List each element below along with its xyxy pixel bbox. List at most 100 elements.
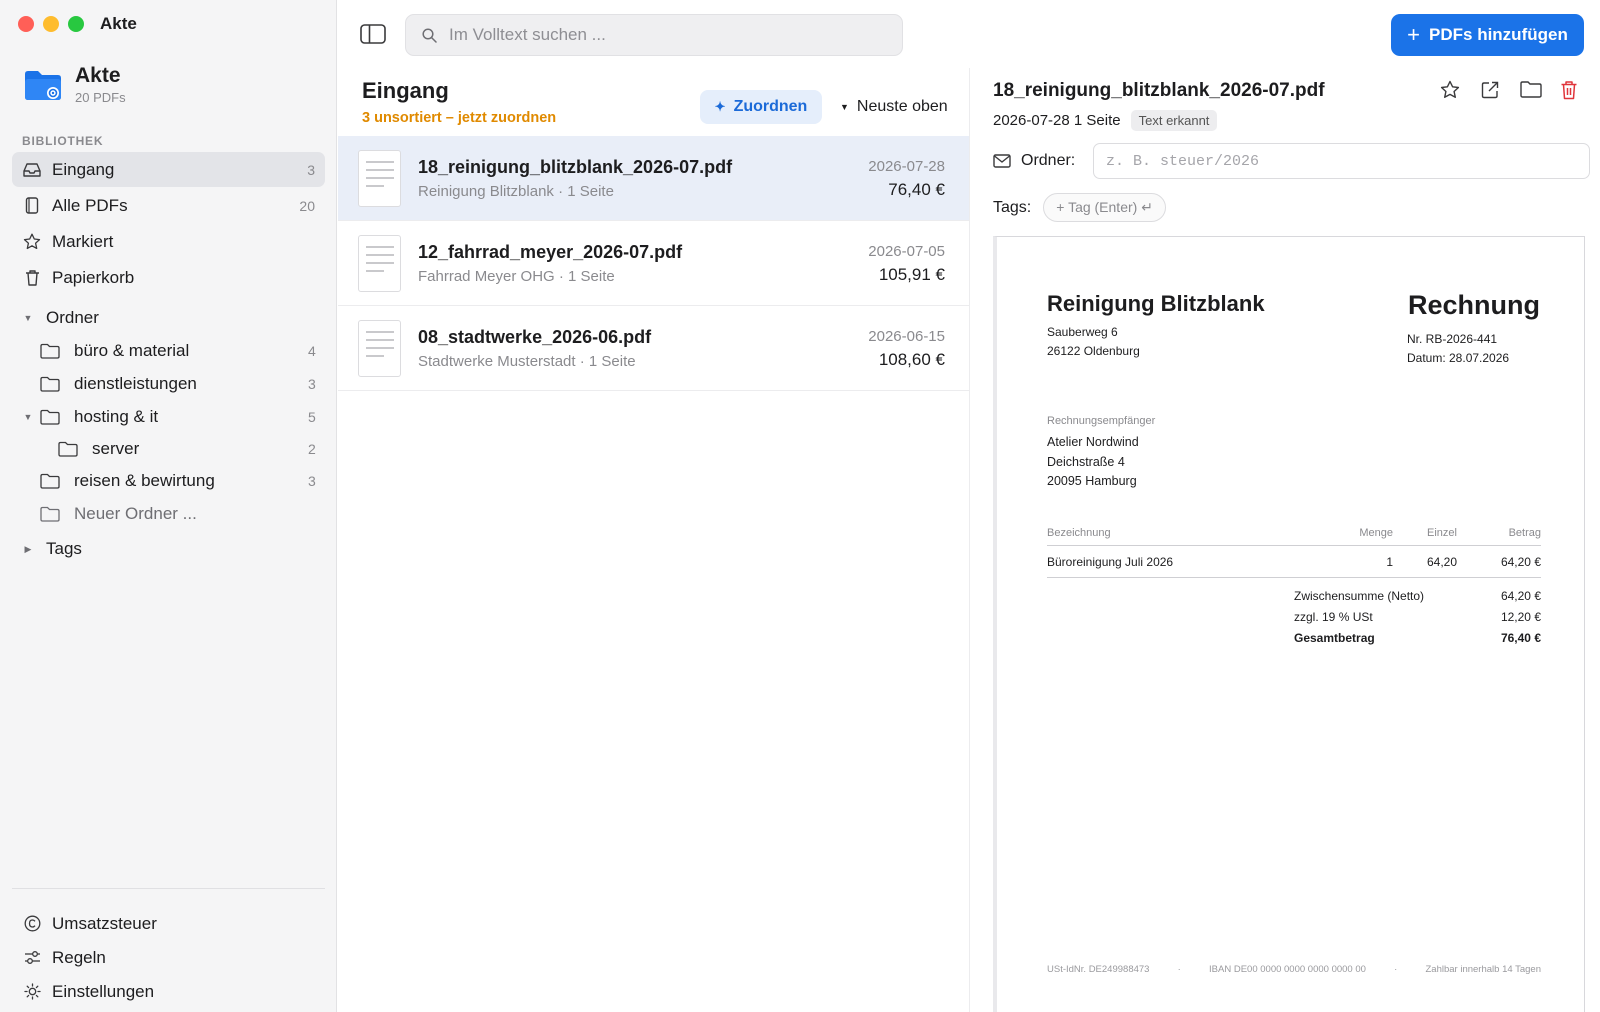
folder-icon xyxy=(40,409,66,425)
folder-icon xyxy=(40,473,66,489)
copyright-icon xyxy=(12,915,52,932)
sidebar-item-umsatzsteuer[interactable]: Umsatzsteuer xyxy=(12,906,325,941)
file-amount: 108,60 € xyxy=(878,350,945,369)
add-pdfs-button[interactable]: + PDFs hinzufügen xyxy=(1391,14,1584,56)
add-tag-button[interactable]: + Tag (Enter) ↵ xyxy=(1043,193,1166,222)
table-row: Büroreinigung Juli 2026 1 64,20 64,20 € xyxy=(1047,545,1541,578)
folder-app-icon xyxy=(25,70,61,100)
open-external-button[interactable] xyxy=(1480,80,1502,102)
sidebar-tags-toggle[interactable]: ▶ Tags xyxy=(22,534,82,564)
mail-icon xyxy=(993,154,1011,168)
sidebar-ordner-toggle[interactable]: ▼ Ordner xyxy=(22,303,99,333)
new-folder-label: Neuer Ordner ... xyxy=(74,504,197,523)
total-label: Gesamtbetrag xyxy=(1294,631,1375,645)
sidebar-item-label: Einstellungen xyxy=(52,981,155,1001)
list-item[interactable]: 12_fahrrad_meyer_2026-07.pdf Fahrrad Mey… xyxy=(338,221,969,306)
tags-field-label: Tags: xyxy=(993,198,1032,216)
sidebar-folder-dienstleistungen[interactable]: dienstleistungen 3 xyxy=(40,369,316,399)
sliders-icon xyxy=(12,950,52,965)
sidebar-folder-reisen-bewirtung[interactable]: reisen & bewirtung 3 xyxy=(40,466,316,496)
invoice-date: Datum: 28.07.2026 xyxy=(1407,351,1510,365)
vat-row: zzgl. 19 % USt 12,20 € xyxy=(1294,610,1541,631)
folder-field-row: Ordner: xyxy=(993,143,1590,179)
delete-button[interactable] xyxy=(1560,80,1582,102)
footer-vat-id: USt-IdNr. DE249988473 xyxy=(1047,964,1150,975)
sidebar-divider xyxy=(12,888,325,889)
sidebar-folder-server[interactable]: server 2 xyxy=(58,434,316,464)
folder-icon xyxy=(1520,81,1542,98)
recipient-street: Deichstraße 4 xyxy=(1047,454,1125,469)
sidebar-folder-buero-material[interactable]: büro & material 4 xyxy=(40,336,316,366)
col-header: Betrag xyxy=(1457,523,1541,546)
app-name: Akte xyxy=(75,64,121,87)
invoice-table-header: Bezeichnung Menge Einzel Betrag xyxy=(1047,523,1541,546)
sidebar-item-eingang[interactable]: Eingang 3 xyxy=(12,152,325,187)
sidebar-item-regeln[interactable]: Regeln xyxy=(12,940,325,975)
new-folder-button[interactable]: Neuer Ordner ... xyxy=(40,499,197,529)
app-header: Akte 20 PDFs xyxy=(23,64,126,105)
sidebar-item-einstellungen[interactable]: Einstellungen xyxy=(12,974,325,1009)
folder-input[interactable] xyxy=(1093,143,1590,179)
folder-count: 3 xyxy=(308,473,316,489)
pdf-preview: Reinigung Blitzblank Sauberweg 6 26122 O… xyxy=(993,236,1585,1012)
cell: Büroreinigung Juli 2026 xyxy=(1047,545,1323,578)
folder-count: 5 xyxy=(308,409,316,425)
folder-label: dienstleistungen xyxy=(74,374,197,393)
close-window-button[interactable] xyxy=(18,16,34,32)
folder-label: hosting & it xyxy=(74,407,159,426)
chevron-right-icon: ▶ xyxy=(24,543,32,554)
file-date: 2026-07-28 xyxy=(868,158,945,175)
search-icon xyxy=(422,27,437,43)
external-link-icon xyxy=(1481,81,1499,99)
ocr-badge: Text erkannt xyxy=(1130,110,1218,131)
subtotal-label: Zwischensumme (Netto) xyxy=(1294,589,1425,603)
unsorted-hint[interactable]: 3 unsortiert – jetzt zuordnen xyxy=(362,110,556,126)
sidebar-item-alle-pdfs[interactable]: Alle PDFs 20 xyxy=(12,188,325,223)
cell: 64,20 xyxy=(1393,545,1457,578)
sidebar-item-label: Regeln xyxy=(52,947,106,967)
sidebar-item-label: Umsatzsteuer xyxy=(52,913,157,933)
zoom-window-button[interactable] xyxy=(68,16,84,32)
folder-icon xyxy=(40,376,66,392)
file-date: 2026-06-15 xyxy=(868,328,945,345)
trash-icon xyxy=(12,269,52,286)
sort-dropdown[interactable]: ▼ Neuste oben xyxy=(840,98,948,116)
folder-icon xyxy=(40,343,66,359)
invoice-doctype: Rechnung xyxy=(1408,290,1540,320)
sidebar-item-count: 20 xyxy=(299,197,315,214)
file-name: 12_fahrrad_meyer_2026-07.pdf xyxy=(418,242,683,262)
document-list-pane: Eingang 3 unsortiert – jetzt zuordnen ✦ … xyxy=(338,68,970,1012)
star-icon xyxy=(12,233,52,250)
sidebar-toggle-button[interactable] xyxy=(360,24,388,46)
list-item[interactable]: 08_stadtwerke_2026-06.pdf Stadtwerke Mus… xyxy=(338,306,969,391)
sidebar-folder-hosting-it[interactable]: ▼ hosting & it 5 xyxy=(22,402,316,432)
ordner-label: Ordner xyxy=(46,308,99,327)
col-header: Einzel xyxy=(1393,523,1457,546)
footer-terms: Zahlbar innerhalb 14 Tagen xyxy=(1425,964,1542,975)
tags-label: Tags xyxy=(46,539,82,558)
folder-icon xyxy=(58,441,84,457)
folder-count: 4 xyxy=(308,343,316,359)
sidebar: Akte Akte 20 PDFs BIBLIOTHEK Eingang 3 A… xyxy=(0,0,337,1012)
inbox-icon xyxy=(12,162,52,178)
vat-label: zzgl. 19 % USt xyxy=(1294,610,1373,624)
assign-button[interactable]: ✦ Zuordnen xyxy=(700,90,822,124)
sidebar-item-papierkorb[interactable]: Papierkorb xyxy=(12,260,325,295)
mark-button[interactable] xyxy=(1440,80,1462,102)
search-bar xyxy=(405,14,903,56)
folder-count: 2 xyxy=(308,441,316,457)
folder-field-label: Ordner: xyxy=(1021,152,1076,169)
list-item[interactable]: 18_reinigung_blitzblank_2026-07.pdf Rein… xyxy=(338,136,969,221)
pdf-thumbnail xyxy=(358,150,401,207)
recipient-label: Rechnungsempfänger xyxy=(1047,415,1156,427)
list-title: Eingang xyxy=(362,78,449,103)
sidebar-item-markiert[interactable]: Markiert xyxy=(12,224,325,259)
invoice-company: Reinigung Blitzblank xyxy=(1047,291,1265,316)
sidebar-item-count: 3 xyxy=(307,161,315,178)
move-to-folder-button[interactable] xyxy=(1520,80,1542,102)
minimize-window-button[interactable] xyxy=(43,16,59,32)
star-icon xyxy=(1440,80,1460,98)
folder-label: reisen & bewirtung xyxy=(74,471,215,490)
invoice-footer: USt-IdNr. DE249988473 · IBAN DE00 0000 0… xyxy=(1047,964,1541,975)
search-input[interactable] xyxy=(449,25,869,45)
